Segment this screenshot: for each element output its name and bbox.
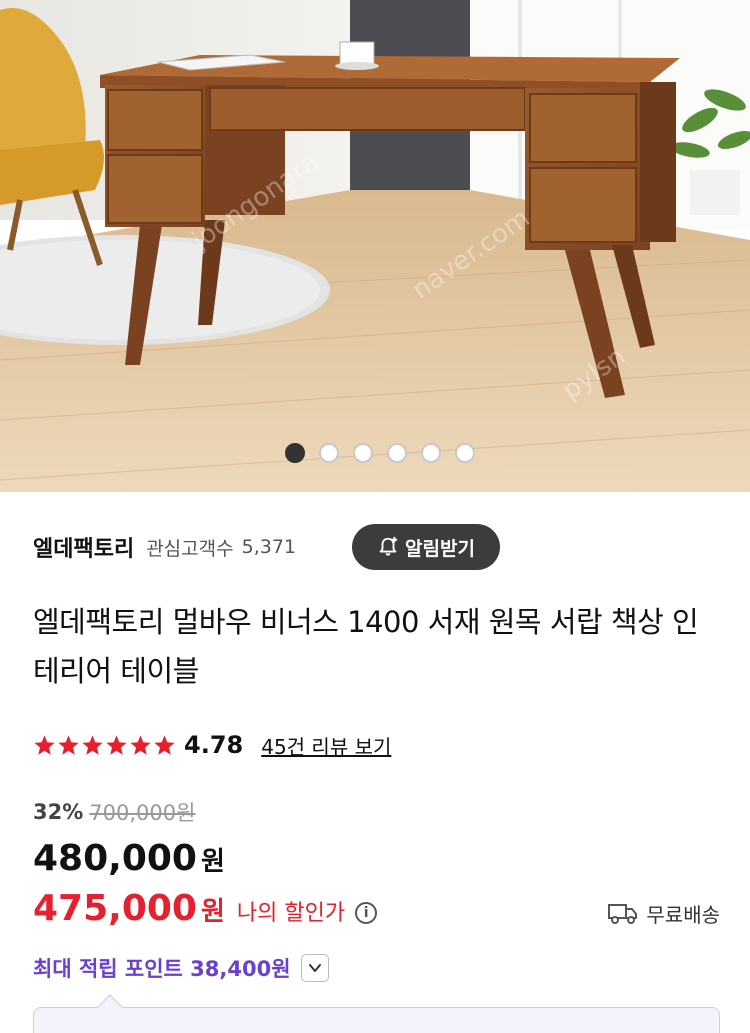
fans-label: 관심고객수	[146, 537, 234, 560]
product-title: 엘데팩토리 멀바우 비너스 1400 서재 원목 서랍 책상 인테리어 테이블	[33, 605, 699, 688]
shipping-label: 무료배송	[646, 902, 720, 927]
info-icon[interactable]: i	[355, 902, 378, 924]
star-icon	[106, 734, 127, 755]
store-name-link[interactable]: 엘데팩토리	[33, 531, 134, 563]
my-discount-unit: 원	[200, 897, 225, 927]
points-detail-panel	[33, 1007, 720, 1033]
chevron-down-icon	[308, 964, 321, 972]
bell-plus-icon	[379, 536, 398, 556]
sale-price: 480,000 원	[33, 838, 225, 884]
gallery-pagination	[0, 443, 750, 463]
gallery-dot[interactable]	[387, 443, 407, 463]
my-discount-price: 475,000 원 나의 할인가 i	[33, 888, 378, 938]
gallery-dot[interactable]	[319, 443, 339, 463]
my-discount-label: 나의 할인가	[236, 901, 346, 926]
sale-price-number: 480,000	[33, 838, 197, 879]
alarm-button-label: 알림받기	[405, 537, 475, 560]
gallery-dot[interactable]	[455, 443, 475, 463]
points-expand-button[interactable]	[300, 954, 329, 982]
gallery-dot[interactable]	[421, 443, 441, 463]
product-image-gallery[interactable]: joongonara naver.com pyIsn	[0, 0, 750, 492]
sale-price-unit: 원	[200, 847, 225, 877]
discount-rate: 32%	[33, 800, 84, 824]
star-icon	[34, 734, 55, 755]
rating-value: 4.78	[184, 731, 244, 759]
shipping-info: 무료배송	[608, 897, 720, 929]
rating-summary: 4.78 45건 리뷰 보기	[33, 728, 391, 762]
store-info: 엘데팩토리 관심고객수 5,371	[33, 524, 296, 570]
star-icon	[82, 734, 103, 755]
my-discount-number: 475,000	[33, 888, 197, 929]
star-icon	[130, 734, 151, 755]
star-icon	[154, 734, 175, 755]
review-link[interactable]: 45건 리뷰 보기	[261, 731, 391, 760]
truck-icon	[608, 904, 638, 924]
points-info: 최대 적립 포인트 38,400원	[33, 950, 329, 986]
alarm-subscribe-button[interactable]: 알림받기	[352, 524, 500, 570]
wooden-desk-photo: joongonara naver.com pyIsn	[0, 0, 750, 492]
original-price: 700,000원	[89, 801, 196, 825]
star-rating	[33, 734, 176, 757]
fans-count: 5,371	[241, 536, 297, 558]
gallery-dot[interactable]	[285, 443, 305, 463]
max-points-label: 최대 적립 포인트 38,400원	[33, 957, 291, 981]
star-icon	[58, 734, 79, 755]
gallery-dot[interactable]	[353, 443, 373, 463]
discount-info: 32% 700,000원	[33, 796, 195, 828]
